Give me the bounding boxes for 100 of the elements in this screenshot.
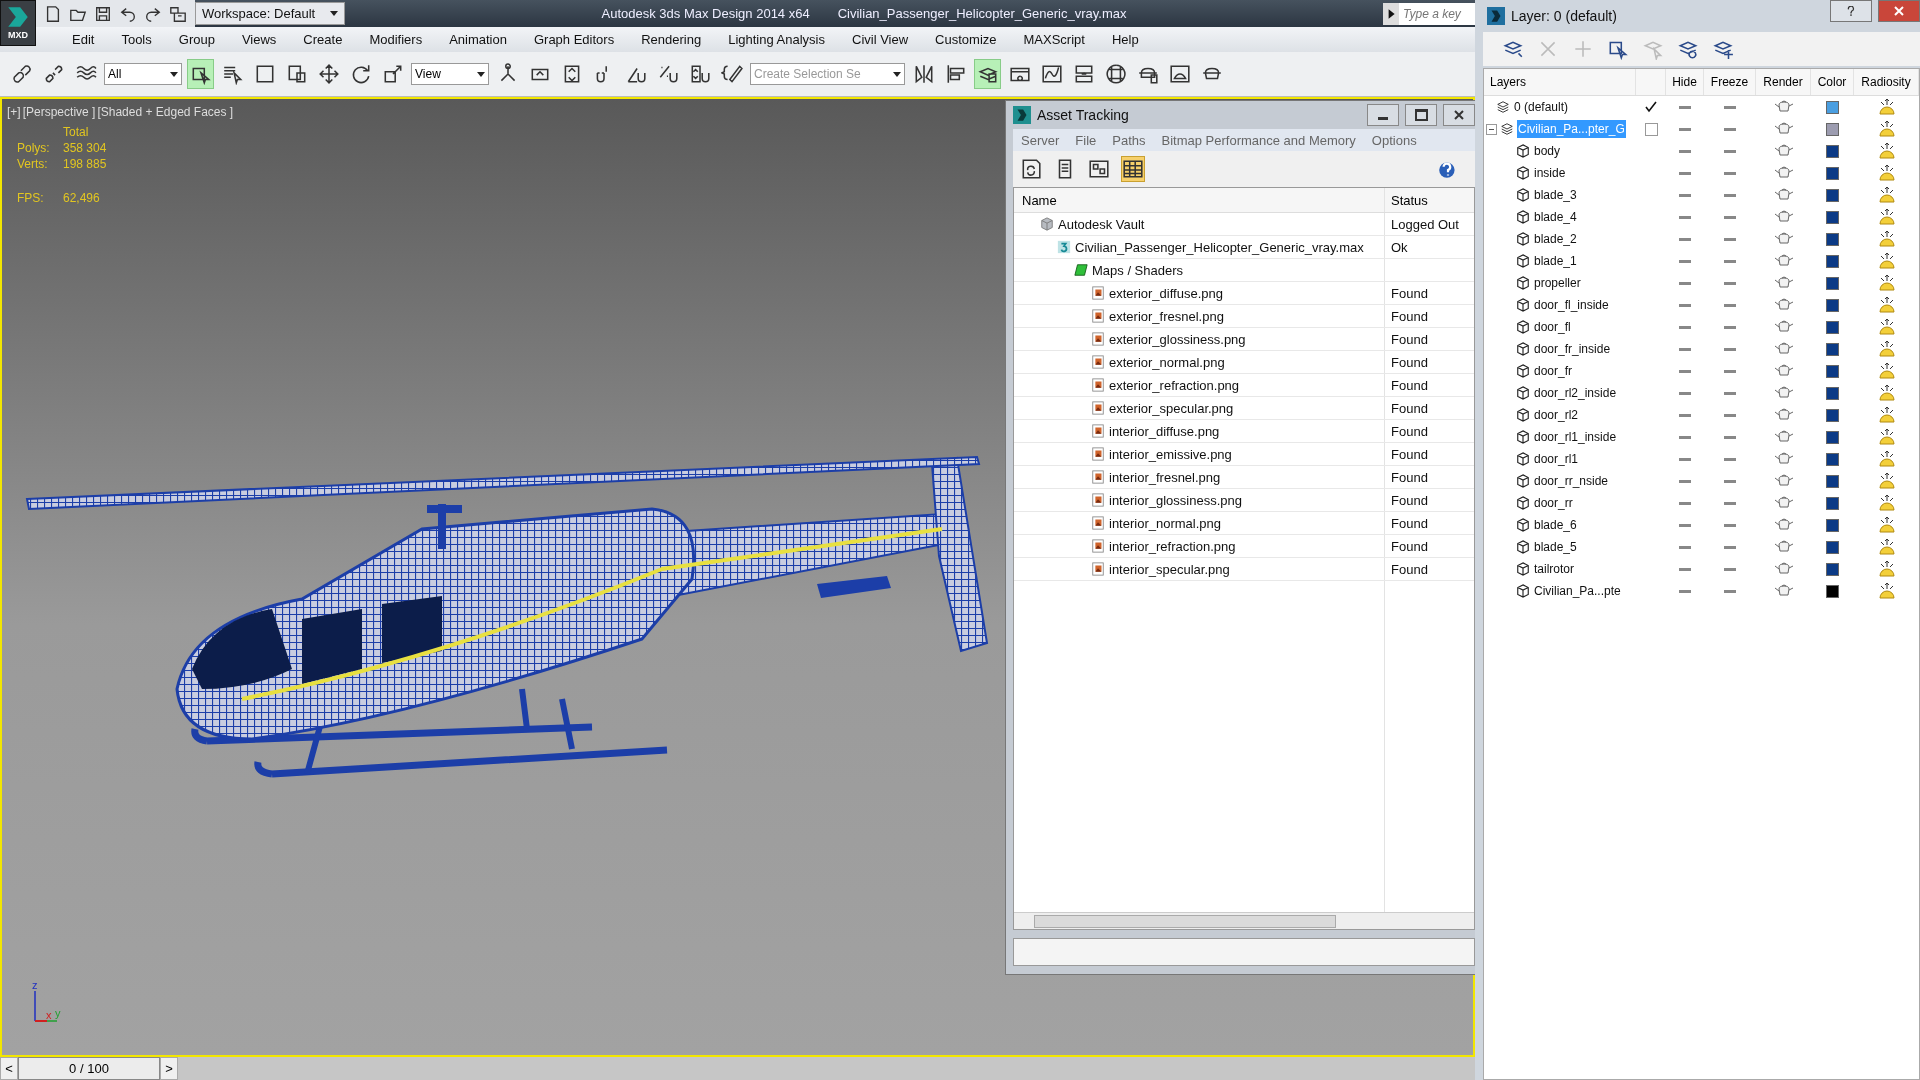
visible-dash[interactable] — [1679, 523, 1691, 527]
menu-item[interactable]: Paths — [1106, 132, 1156, 148]
color-swatch[interactable] — [1826, 254, 1839, 268]
teapot-icon[interactable] — [1773, 210, 1794, 224]
maximize-button[interactable] — [1405, 104, 1437, 126]
layer-name[interactable]: tailrotor — [1533, 560, 1575, 578]
layer-name[interactable]: propeller — [1533, 274, 1582, 292]
app-menu-button[interactable]: MXD — [0, 0, 36, 46]
sun-icon[interactable] — [1876, 229, 1897, 249]
unfrozen-dash[interactable] — [1724, 237, 1736, 241]
color-swatch[interactable] — [1826, 562, 1839, 576]
sun-icon[interactable] — [1876, 295, 1897, 315]
unfrozen-dash[interactable] — [1724, 523, 1736, 527]
save-icon[interactable] — [94, 4, 112, 23]
unfrozen-dash[interactable] — [1724, 479, 1736, 483]
teapot-icon[interactable] — [1773, 122, 1794, 136]
sun-icon[interactable] — [1876, 251, 1897, 271]
sun-icon[interactable] — [1876, 427, 1897, 447]
sun-icon[interactable] — [1876, 273, 1897, 293]
teapot-icon[interactable] — [1773, 408, 1794, 422]
layer-name[interactable]: door_rl2_inside — [1533, 384, 1618, 402]
sun-icon[interactable] — [1876, 559, 1897, 579]
unfrozen-dash[interactable] — [1724, 303, 1736, 307]
unfrozen-dash[interactable] — [1724, 149, 1736, 153]
current-layer-checkbox[interactable] — [1644, 122, 1658, 136]
unfrozen-dash[interactable] — [1724, 391, 1736, 395]
teapot-icon[interactable] — [1773, 166, 1794, 180]
menu-item[interactable]: Rendering — [629, 32, 714, 47]
minimize-button[interactable] — [1367, 104, 1399, 126]
workspace-dropdown[interactable]: Workspace: Default — [195, 2, 345, 25]
color-swatch[interactable] — [1826, 518, 1839, 532]
sun-icon[interactable] — [1876, 185, 1897, 205]
color-swatch[interactable] — [1826, 298, 1839, 312]
color-swatch[interactable] — [1826, 320, 1839, 334]
unfrozen-dash[interactable] — [1724, 105, 1736, 109]
new-icon[interactable] — [44, 4, 62, 23]
horizontal-scrollbar[interactable] — [1014, 912, 1474, 929]
column-header[interactable]: Layers — [1484, 69, 1636, 95]
unfrozen-dash[interactable] — [1724, 215, 1736, 219]
menu-item[interactable]: Server — [1015, 132, 1070, 148]
unfrozen-dash[interactable] — [1724, 545, 1736, 549]
color-swatch[interactable] — [1826, 584, 1839, 598]
menu-item[interactable]: Modifiers — [357, 32, 435, 47]
sun-icon[interactable] — [1876, 317, 1897, 337]
menu-item[interactable]: Customize — [923, 32, 1009, 47]
layer-name[interactable]: 0 (default) — [1513, 98, 1570, 116]
menu-item[interactable]: Group — [166, 32, 227, 47]
color-swatch[interactable] — [1826, 100, 1839, 114]
color-swatch[interactable] — [1826, 166, 1839, 180]
teapot-icon[interactable] — [1773, 540, 1794, 554]
layer-name[interactable]: door_rr_nside — [1533, 472, 1610, 490]
column-header[interactable]: Hide — [1666, 69, 1704, 95]
visible-dash[interactable] — [1679, 413, 1691, 417]
unfrozen-dash[interactable] — [1724, 127, 1736, 131]
color-swatch[interactable] — [1826, 496, 1839, 510]
visible-dash[interactable] — [1679, 369, 1691, 373]
visible-dash[interactable] — [1679, 127, 1691, 131]
visible-dash[interactable] — [1679, 545, 1691, 549]
layer-name[interactable]: inside — [1533, 164, 1567, 182]
sun-icon[interactable] — [1876, 141, 1897, 161]
sun-icon[interactable] — [1876, 97, 1897, 117]
toolbar-dropdown[interactable]: View — [411, 63, 489, 85]
visible-dash[interactable] — [1679, 325, 1691, 329]
color-swatch[interactable] — [1826, 386, 1839, 400]
visible-dash[interactable] — [1679, 215, 1691, 219]
layer-name[interactable]: blade_5 — [1533, 538, 1578, 556]
teapot-icon[interactable] — [1773, 562, 1794, 576]
menu-item[interactable]: Options — [1365, 132, 1427, 148]
sun-icon[interactable] — [1876, 207, 1897, 227]
teapot-icon[interactable] — [1773, 518, 1794, 532]
color-swatch[interactable] — [1826, 430, 1839, 444]
teapot-icon[interactable] — [1773, 144, 1794, 158]
layer-name[interactable]: blade_2 — [1533, 230, 1578, 248]
visible-dash[interactable] — [1679, 237, 1691, 241]
menu-item[interactable]: MAXScript — [1011, 32, 1097, 47]
teapot-icon[interactable] — [1773, 100, 1794, 114]
layer-name[interactable]: blade_3 — [1533, 186, 1578, 204]
sun-icon[interactable] — [1876, 449, 1897, 469]
menu-item[interactable]: Lighting Analysis — [716, 32, 837, 47]
sun-icon[interactable] — [1876, 163, 1897, 183]
help-button[interactable] — [1830, 0, 1872, 22]
visible-dash[interactable] — [1679, 259, 1691, 263]
unfrozen-dash[interactable] — [1724, 435, 1736, 439]
layer-name[interactable]: body — [1533, 142, 1562, 160]
teapot-icon[interactable] — [1773, 188, 1794, 202]
teapot-icon[interactable] — [1773, 496, 1794, 510]
layer-name[interactable]: Civilian_Pa...pte — [1533, 582, 1622, 600]
next-frame-button[interactable]: > — [160, 1057, 178, 1080]
unfrozen-dash[interactable] — [1724, 589, 1736, 593]
column-header[interactable]: Render — [1756, 69, 1811, 95]
menu-item[interactable]: Help — [1099, 32, 1151, 47]
column-header[interactable]: Status — [1384, 188, 1474, 212]
visible-dash[interactable] — [1679, 435, 1691, 439]
sun-icon[interactable] — [1876, 471, 1897, 491]
layer-name[interactable]: door_rl1_inside — [1533, 428, 1618, 446]
unfrozen-dash[interactable] — [1724, 347, 1736, 351]
layer-name[interactable]: blade_4 — [1533, 208, 1578, 226]
sun-icon[interactable] — [1876, 515, 1897, 535]
unfrozen-dash[interactable] — [1724, 281, 1736, 285]
unfrozen-dash[interactable] — [1724, 457, 1736, 461]
